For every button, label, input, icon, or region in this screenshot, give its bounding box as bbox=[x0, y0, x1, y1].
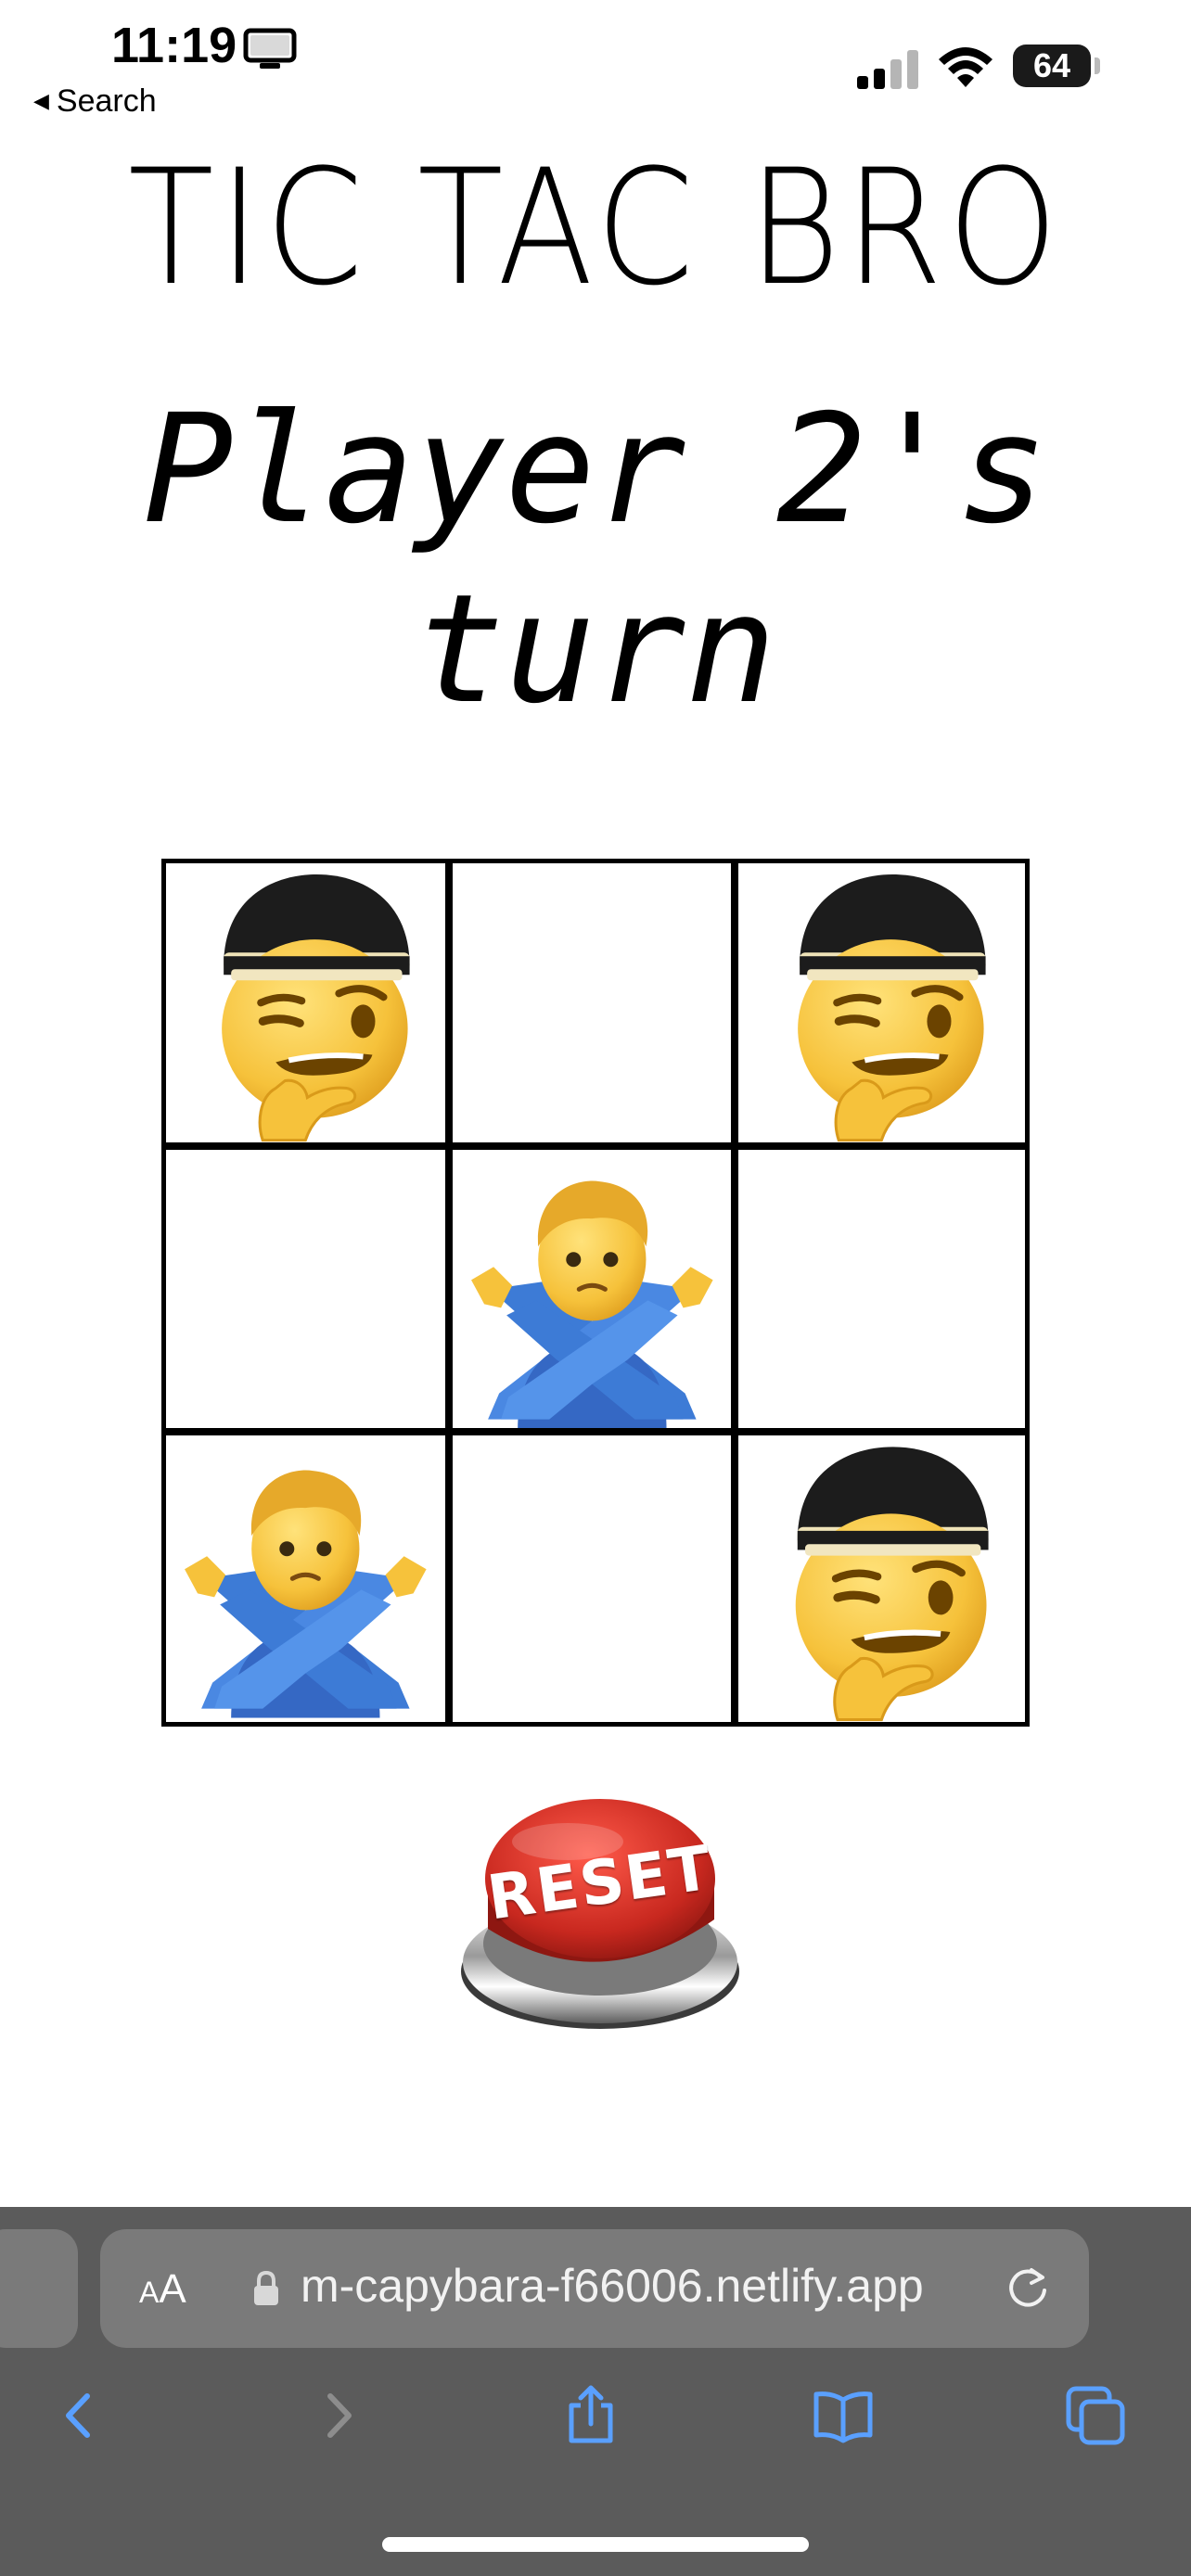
lock-icon bbox=[254, 2270, 278, 2305]
bookmarks-icon[interactable] bbox=[811, 2383, 876, 2448]
aa-big: A bbox=[159, 2266, 186, 2312]
turn-indicator: Player 2's turn bbox=[0, 380, 1191, 740]
thinking-bro-emoji-icon bbox=[738, 1435, 1025, 1722]
game-board bbox=[161, 859, 1030, 1727]
share-icon[interactable] bbox=[558, 2383, 623, 2448]
board-cell-1-0[interactable] bbox=[166, 1149, 453, 1436]
signal-icon bbox=[857, 50, 918, 89]
app-screen: 11:19 ◀ Search 64 TIC TAC BRO Player 2's … bbox=[0, 0, 1191, 2576]
battery-nub bbox=[1095, 57, 1100, 74]
crossed-arms-man-emoji-icon bbox=[166, 1435, 445, 1722]
turn-line-1: Player 2's bbox=[143, 383, 1048, 557]
board-cell-2-1[interactable] bbox=[453, 1435, 739, 1722]
wifi-icon bbox=[939, 47, 992, 87]
previous-tab-preview[interactable] bbox=[0, 2229, 78, 2348]
board-cell-0-0[interactable] bbox=[166, 863, 453, 1150]
home-indicator bbox=[382, 2537, 809, 2552]
back-to-search-link[interactable]: ◀ Search bbox=[33, 83, 157, 120]
board-cell-1-2[interactable] bbox=[738, 1150, 1025, 1436]
thinking-bro-emoji-icon bbox=[166, 863, 445, 1142]
turn-line-2: turn bbox=[414, 563, 777, 737]
back-triangle-icon: ◀ bbox=[33, 89, 49, 112]
tabs-icon[interactable] bbox=[1063, 2383, 1128, 2448]
url-text: m-capybara-f66006.netlify.app bbox=[301, 2260, 924, 2312]
crossed-arms-man-emoji-icon bbox=[453, 1150, 732, 1429]
reload-icon[interactable] bbox=[1004, 2264, 1052, 2313]
back-search-label: Search bbox=[56, 83, 157, 119]
monitor-icon bbox=[243, 28, 297, 69]
reader-aa-button[interactable]: AA bbox=[139, 2266, 186, 2313]
thinking-bro-emoji-icon bbox=[738, 863, 1025, 1142]
reset-button[interactable]: RESET bbox=[456, 1780, 744, 2036]
game-title: TIC TAC BRO bbox=[128, 134, 1063, 321]
battery-level: 64 bbox=[1013, 45, 1091, 87]
board-cell-0-2[interactable] bbox=[738, 863, 1025, 1150]
status-time: 11:19 bbox=[111, 18, 237, 73]
board-cell-1-1[interactable] bbox=[452, 1149, 739, 1436]
aa-small: A bbox=[139, 2276, 160, 2309]
board-cell-0-1[interactable] bbox=[452, 863, 739, 1150]
forward-arrow-icon[interactable] bbox=[306, 2383, 371, 2448]
board-cell-2-0[interactable] bbox=[166, 1435, 453, 1722]
back-arrow-icon[interactable] bbox=[46, 2383, 111, 2448]
board-cell-2-2[interactable] bbox=[738, 1435, 1025, 1722]
